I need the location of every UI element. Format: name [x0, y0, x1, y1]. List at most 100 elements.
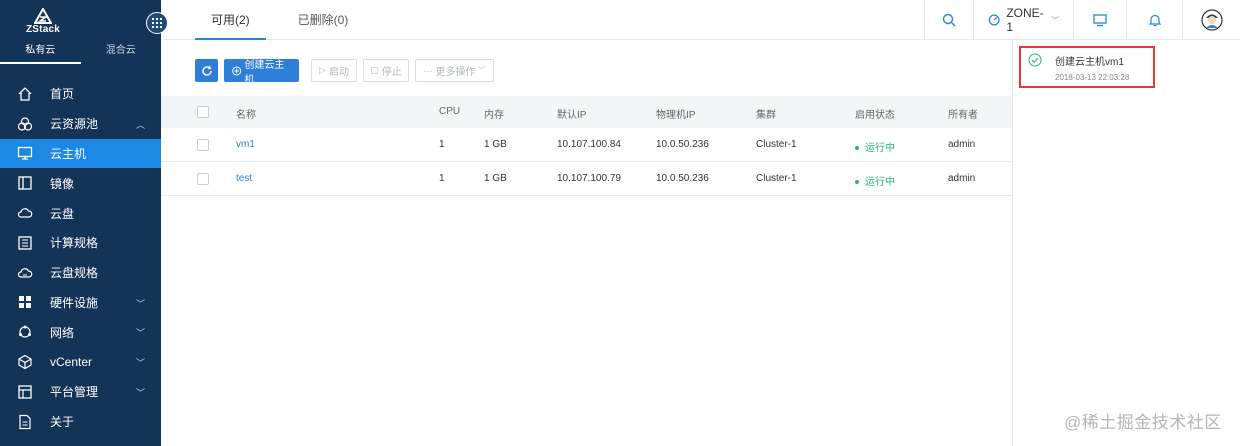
sidebar-item-image[interactable]: 镜像	[0, 168, 161, 198]
about-icon	[16, 413, 34, 431]
col-header-default-ip: 默认IP	[557, 110, 587, 121]
status-badge: 运行中	[855, 173, 895, 188]
tab-deleted[interactable]: 已删除(0)	[282, 0, 365, 40]
cell-cluster: Cluster-1	[756, 173, 797, 184]
status-dot-icon	[855, 180, 859, 185]
check-circle-icon	[1028, 53, 1042, 67]
col-header-owner: 所有者	[948, 110, 978, 121]
sidebar-item-about[interactable]: 关于	[0, 407, 161, 437]
notification-time: 2018-03-13 22:03:28	[1055, 73, 1130, 82]
cell-cluster: Cluster-1	[756, 139, 797, 150]
col-header-name: 名称	[236, 110, 256, 121]
stop-button[interactable]: ▢ 停止	[363, 59, 409, 82]
sidebar-item-vcenter[interactable]: vCenter ﹀	[0, 347, 161, 377]
hardware-icon	[16, 293, 34, 311]
table-header: 名称 CPU 内存 默认IP 物理机IP 集群 启用状态 所有者	[161, 96, 1012, 128]
sidebar-item-home[interactable]: 首页	[0, 79, 161, 109]
console-button[interactable]	[1073, 0, 1126, 40]
create-vm-button[interactable]: 创建云主机	[224, 59, 299, 86]
zone-label: ZONE-1	[1006, 6, 1044, 34]
search-icon	[942, 13, 956, 27]
notification-button[interactable]	[1126, 0, 1182, 40]
cloud-disk-icon	[16, 204, 34, 222]
sidebar-item-hardware[interactable]: 硬件设施 ﹀	[0, 288, 161, 318]
sidebar-item-label: 镜像	[50, 176, 75, 191]
sidebar-item-platform[interactable]: 平台管理 ﹀	[0, 377, 161, 407]
plus-icon	[232, 66, 242, 75]
tab-bar: 可用(2) 已删除(0)	[195, 0, 380, 40]
sidebar-item-disk-spec[interactable]: 云盘规格	[0, 258, 161, 288]
sidebar-item-label: 网络	[50, 325, 75, 340]
notification-item[interactable]: 创建云主机vm1 2018-03-13 22:03:28	[1019, 46, 1155, 88]
sidebar-item-vm[interactable]: 云主机	[0, 138, 161, 169]
sidebar-item-label: 云资源池	[50, 117, 99, 132]
cell-owner: admin	[948, 173, 976, 184]
sidebar-item-label: vCenter	[50, 355, 93, 370]
sidebar-item-label: 云盘	[50, 206, 75, 221]
cell-host-ip: 10.0.50.236	[656, 139, 709, 150]
sidebar-item-cloud-disk[interactable]: 云盘	[0, 198, 161, 228]
cell-owner: admin	[948, 139, 976, 150]
network-icon	[16, 323, 34, 341]
tab-hybrid-cloud[interactable]: 混合云	[81, 42, 162, 64]
sidebar-item-resource-pool[interactable]: 云资源池 ︿	[0, 109, 161, 139]
select-all-checkbox[interactable]	[197, 106, 209, 118]
sidebar: ZStack 私有云 混合云 首页 云资源池 ︿ 云主机 镜像 云盘 计算规格 …	[0, 0, 161, 446]
zone-selector[interactable]: ZONE-1 ﹀	[973, 0, 1073, 40]
chevron-down-icon: ﹀	[135, 387, 145, 398]
chevron-down-icon: ﹀	[135, 298, 145, 309]
cell-memory: 1 GB	[484, 139, 507, 150]
sidebar-item-label: 硬件设施	[50, 295, 99, 310]
status-dot-icon	[855, 146, 859, 151]
chevron-up-icon: ︿	[135, 119, 145, 130]
chevron-down-icon: ﹀	[477, 66, 486, 75]
sidebar-item-compute-spec[interactable]: 计算规格	[0, 228, 161, 258]
vm-table: 名称 CPU 内存 默认IP 物理机IP 集群 启用状态 所有者 vm1 1 1…	[161, 96, 1012, 196]
col-header-status: 启用状态	[855, 110, 895, 121]
row-checkbox[interactable]	[197, 139, 209, 151]
zone-icon	[988, 14, 1000, 26]
cell-host-ip: 10.0.50.236	[656, 173, 709, 184]
top-bar: 可用(2) 已删除(0) ZONE-1 ﹀	[161, 0, 1240, 40]
table-row[interactable]: vm1 1 1 GB 10.107.100.84 10.0.50.236 Clu…	[161, 128, 1012, 162]
table-row[interactable]: test 1 1 GB 10.107.100.79 10.0.50.236 Cl…	[161, 162, 1012, 196]
chevron-down-icon: ﹀	[135, 358, 145, 369]
zstack-logo[interactable]: ZStack	[24, 8, 62, 35]
refresh-button[interactable]	[195, 59, 218, 82]
home-icon	[16, 85, 34, 103]
notification-panel: 创建云主机vm1 2018-03-13 22:03:28	[1012, 40, 1240, 446]
refresh-icon	[201, 65, 212, 76]
vm-name-link[interactable]: test	[236, 173, 252, 184]
top-right-actions: ZONE-1 ﹀	[924, 0, 1240, 40]
sidebar-item-label: 平台管理	[50, 385, 99, 400]
zstack-logo-icon	[34, 8, 52, 24]
search-button[interactable]	[924, 0, 973, 40]
sidebar-item-label: 云盘规格	[50, 266, 99, 281]
watermark: @稀土掘金技术社区	[1064, 413, 1222, 432]
cell-cpu: 1	[439, 139, 445, 150]
resource-pool-icon	[16, 115, 34, 133]
disk-spec-icon	[16, 264, 34, 282]
cloud-tabs: 私有云 混合云	[0, 42, 161, 64]
cell-memory: 1 GB	[484, 173, 507, 184]
status-text: 运行中	[865, 143, 895, 154]
cell-default-ip: 10.107.100.84	[557, 139, 621, 150]
more-actions-button[interactable]: ··· 更多操作 ﹀	[415, 59, 494, 82]
start-button[interactable]: ▷ 启动	[311, 59, 357, 82]
user-avatar-button[interactable]	[1182, 0, 1240, 40]
logo-text: ZStack	[26, 24, 60, 35]
create-vm-label: 创建云主机	[244, 59, 285, 86]
chevron-down-icon: ﹀	[1051, 15, 1059, 25]
menu-toggle-button[interactable]	[146, 12, 168, 34]
row-checkbox[interactable]	[197, 173, 209, 185]
sidebar-item-label: 首页	[50, 87, 75, 102]
more-actions-label: 更多操作	[435, 67, 476, 78]
vm-name-link[interactable]: vm1	[236, 139, 255, 150]
col-header-cluster: 集群	[756, 110, 776, 121]
sidebar-nav: 首页 云资源池 ︿ 云主机 镜像 云盘 计算规格 云盘规格 硬件设施 ﹀ 网络 …	[0, 79, 161, 437]
start-label: 启动	[328, 67, 349, 78]
more-icon: ···	[423, 65, 433, 76]
sidebar-item-network[interactable]: 网络 ﹀	[0, 317, 161, 347]
tab-private-cloud[interactable]: 私有云	[0, 42, 81, 64]
tab-available[interactable]: 可用(2)	[195, 0, 266, 40]
